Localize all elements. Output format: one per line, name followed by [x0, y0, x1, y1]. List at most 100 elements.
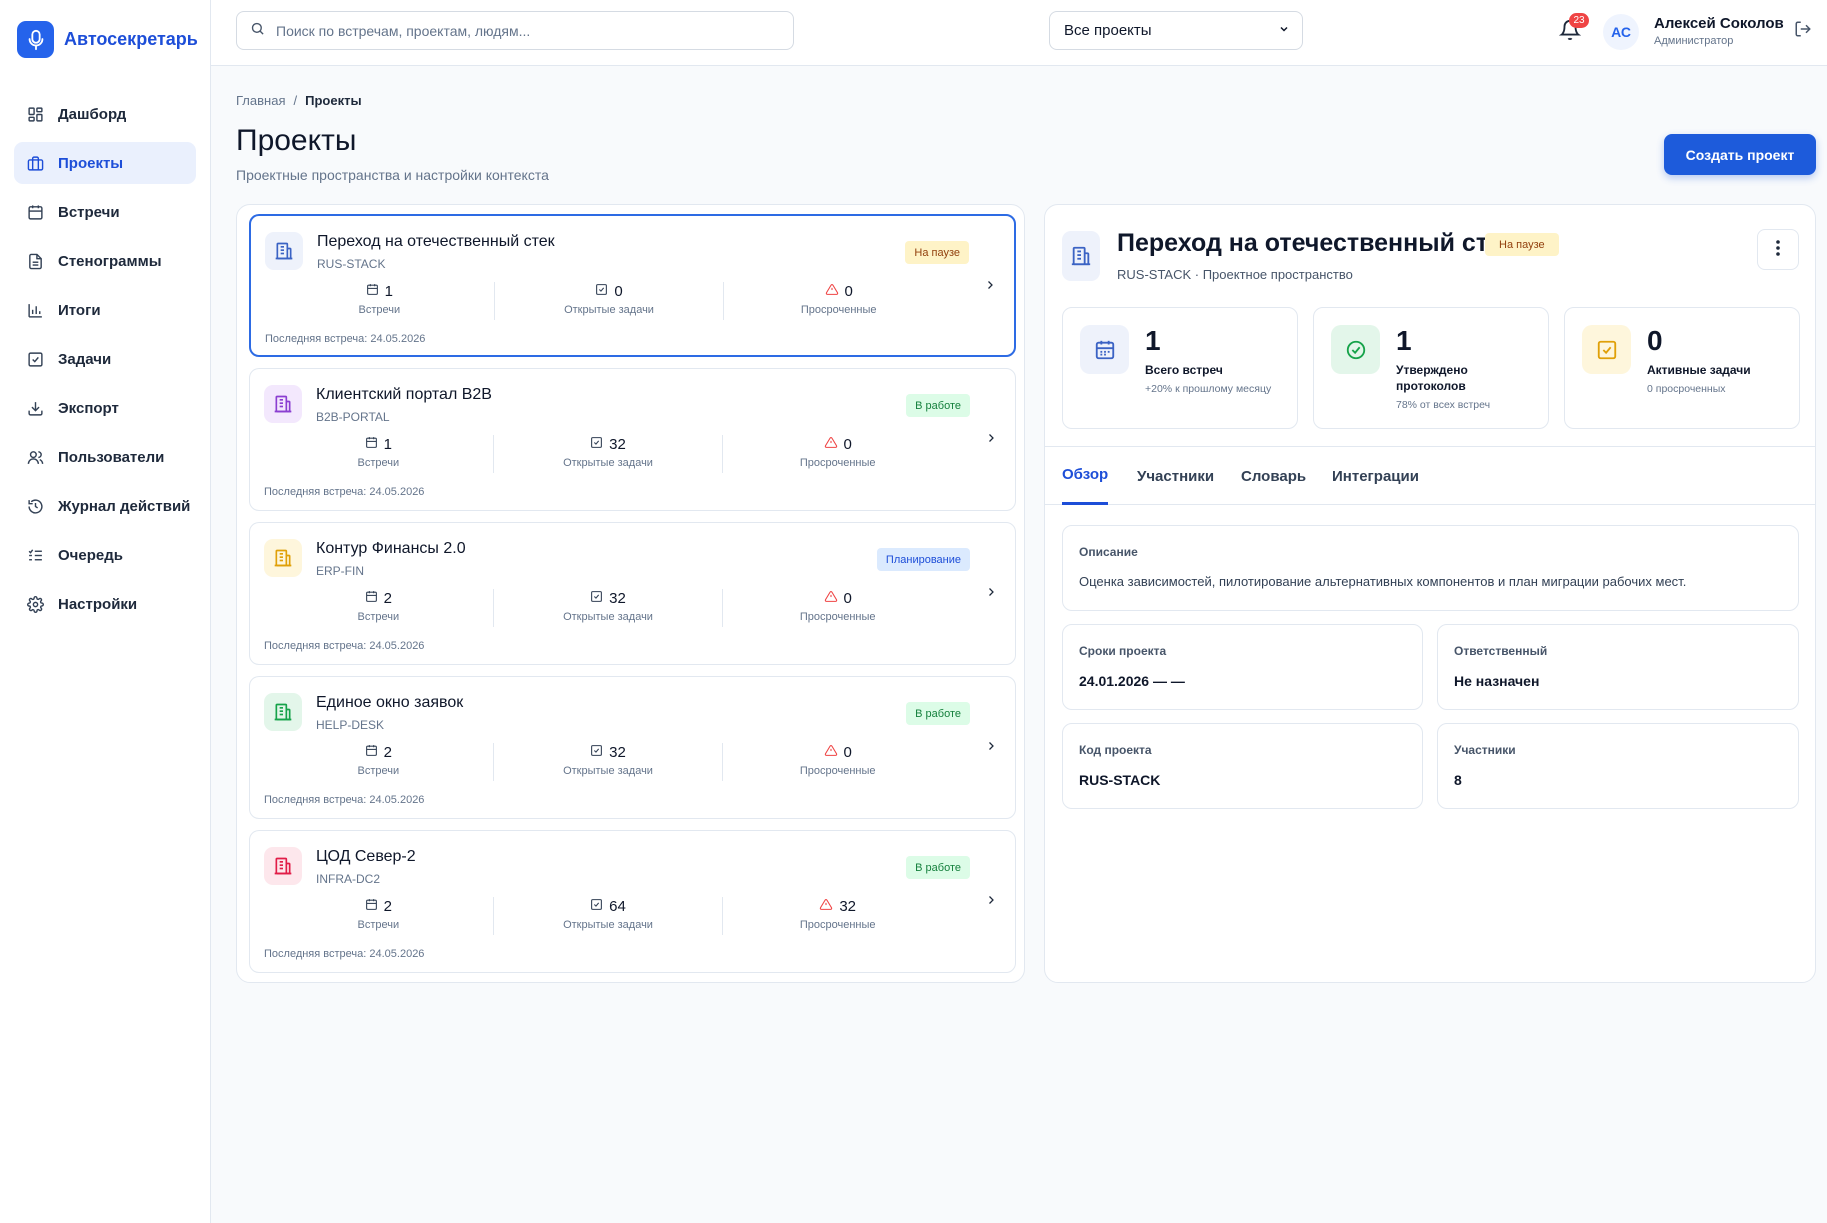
sidebar-item-summaries[interactable]: Итоги [14, 289, 196, 331]
list-check-icon [26, 546, 44, 564]
search-input[interactable] [276, 22, 756, 39]
kpi-note: +20% к прошлому месяцу [1145, 383, 1272, 395]
calendar-icon [365, 898, 378, 915]
briefcase-icon [26, 154, 44, 172]
sidebar-item-transcripts[interactable]: Стенограммы [14, 240, 196, 282]
project-card[interactable]: Переход на отечественный стек RUS-STACK … [249, 214, 1016, 357]
project-filter-value: Все проекты [1064, 22, 1152, 39]
stat-overdue: 32 Просроченные [723, 897, 952, 935]
sidebar-item-tasks[interactable]: Задачи [14, 338, 196, 380]
app-name: Автосекретарь [64, 29, 198, 49]
stat-overdue: 0 Просроченные [724, 282, 953, 320]
kpi-label: Утверждено протоколов [1396, 363, 1468, 393]
chevron-right-icon [985, 893, 999, 907]
meetings-count: 2 [383, 589, 392, 607]
top-header: Все проекты 23 АС Алексей Соколов Админи… [211, 0, 1827, 66]
stat-label: Просроченные [799, 457, 876, 469]
sidebar-item-meetings[interactable]: Встречи [14, 191, 196, 233]
logout-icon[interactable] [1794, 20, 1814, 40]
dashboard-icon [26, 105, 44, 123]
overdue-count: 0 [843, 743, 852, 761]
gear-icon [26, 595, 44, 613]
overdue-count: 32 [839, 897, 857, 915]
meetings-count: 1 [384, 282, 393, 300]
chevron-right-icon [984, 278, 998, 292]
calendar-icon [26, 203, 44, 221]
kpi-label: Всего встреч [1145, 363, 1223, 377]
owner-card: Ответственный Не назначен [1437, 624, 1799, 710]
calendar-icon [365, 590, 378, 607]
sidebar-item-projects[interactable]: Проекты [14, 142, 196, 184]
sidebar-item-export[interactable]: Экспорт [14, 387, 196, 429]
sidebar-item-settings[interactable]: Настройки [14, 583, 196, 625]
checkbox-icon [26, 350, 44, 368]
calendar-icon [1080, 325, 1129, 374]
bar-chart-icon [26, 301, 44, 319]
history-icon [26, 497, 44, 515]
page-subtitle: Проектные пространства и настройки конте… [236, 167, 549, 183]
project-card[interactable]: Контур Финансы 2.0 ERP-FIN Планирование … [249, 522, 1016, 665]
app-logo[interactable]: Автосекретарь [0, 0, 210, 79]
stat-label: Открытые задачи [563, 457, 653, 469]
calendar-icon [365, 744, 378, 761]
kpi-note: 78% от всех встреч [1396, 399, 1491, 411]
project-filter-select[interactable]: Все проекты [1049, 11, 1303, 50]
tab-overview[interactable]: Обзор [1062, 447, 1109, 505]
avatar[interactable]: АС [1603, 14, 1639, 50]
warning-icon [824, 744, 838, 761]
last-meeting: Последняя встреча: 24.05.2026 [264, 486, 425, 498]
owner-label: Ответственный [1454, 644, 1548, 658]
document-icon [26, 252, 44, 270]
stat-label: Встречи [358, 304, 401, 316]
building-icon [264, 693, 302, 731]
last-meeting: Последняя встреча: 24.05.2026 [264, 794, 425, 806]
warning-icon [819, 898, 833, 915]
page-title: Проекты [236, 124, 357, 157]
tab-integrations[interactable]: Интеграции [1332, 447, 1419, 505]
stat-tasks: 32 Открытые задачи [494, 435, 724, 473]
create-project-button[interactable]: Создать проект [1664, 134, 1816, 175]
sidebar-item-label: Встречи [58, 203, 120, 221]
tab-participants[interactable]: Участники [1137, 447, 1214, 505]
members-label: Участники [1454, 743, 1516, 757]
tasks-count: 32 [609, 743, 626, 761]
sidebar-item-queue[interactable]: Очередь [14, 534, 196, 576]
stat-tasks: 0 Открытые задачи [495, 282, 725, 320]
status-badge: Планирование [876, 548, 970, 571]
kpi-note: 0 просроченных [1647, 383, 1726, 395]
search-box[interactable] [236, 11, 794, 50]
last-meeting: Последняя встреча: 24.05.2026 [264, 948, 425, 960]
chevron-down-icon [1278, 22, 1290, 39]
tasks-count: 32 [609, 589, 626, 607]
tab-glossary[interactable]: Словарь [1241, 447, 1306, 505]
breadcrumb-home[interactable]: Главная [236, 93, 285, 108]
sidebar-item-audit-log[interactable]: Журнал действий [14, 485, 196, 527]
stat-label: Открытые задачи [563, 765, 653, 777]
project-card[interactable]: Клиентский портал B2B B2B-PORTAL В работ… [249, 368, 1016, 511]
timeline-label: Сроки проекта [1079, 644, 1167, 658]
detail-subtitle: RUS-STACK · Проектное пространство [1117, 267, 1353, 282]
building-icon [264, 539, 302, 577]
stat-label: Открытые задачи [563, 919, 653, 931]
sidebar-item-label: Настройки [58, 595, 138, 613]
stat-label: Встречи [357, 611, 400, 623]
sidebar-item-dashboard[interactable]: Дашборд [14, 93, 196, 135]
checkbox-icon [595, 283, 608, 300]
sidebar-item-users[interactable]: Пользователи [14, 436, 196, 478]
more-options-button[interactable] [1757, 229, 1799, 270]
description-card: Описание Оценка зависимостей, пилотирова… [1062, 525, 1799, 611]
status-badge: На паузе [1485, 233, 1559, 256]
meetings-count: 2 [383, 743, 392, 761]
project-card[interactable]: ЦОД Север-2 INFRA-DC2 В работе 2 Встречи … [249, 830, 1016, 973]
stat-tasks: 64 Открытые задачи [494, 897, 724, 935]
kpi-value: 1 [1145, 325, 1161, 356]
breadcrumb: Главная / Проекты [236, 93, 362, 108]
overdue-count: 0 [843, 589, 852, 607]
timeline-value: 24.01.2026 — — [1079, 673, 1185, 689]
project-card[interactable]: Единое окно заявок HELP-DESK В работе 2 В… [249, 676, 1016, 819]
user-name[interactable]: Алексей Соколов [1654, 15, 1784, 32]
project-detail-panel: Переход на отечественный стек На паузе R… [1044, 204, 1816, 983]
kpi-label: Активные задачи [1647, 363, 1751, 377]
stat-label: Просроченные [799, 919, 876, 931]
warning-icon [825, 283, 839, 300]
